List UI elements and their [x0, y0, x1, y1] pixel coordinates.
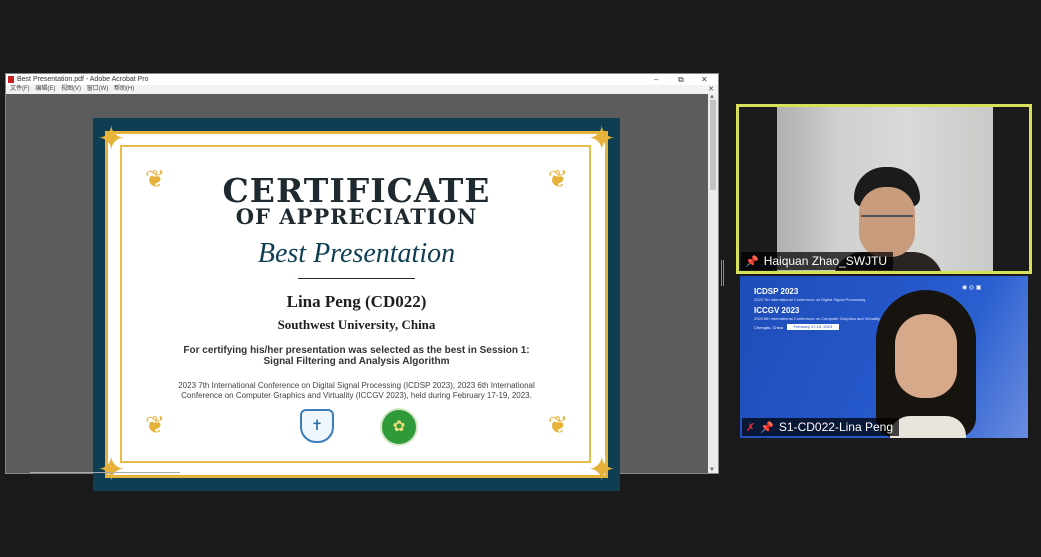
pin-icon: 📌	[760, 422, 774, 434]
corner-ornament-icon: ✦	[587, 451, 617, 489]
pin-icon: 📌	[745, 256, 759, 268]
video-tile-speaker[interactable]: 📌 Haiquan Zhao_SWJTU	[736, 104, 1032, 274]
menu-window[interactable]: 窗口(W)	[87, 86, 109, 92]
certificate: ✦ ✦ ✦ ✦ ❦ ❦ ❦ ❦ CERTIFICATE OF APPRECIAT…	[93, 118, 620, 491]
bg-location: Chengdu, China	[754, 325, 783, 330]
pdf-icon	[8, 76, 14, 83]
corner-ornament-icon: ✦	[97, 120, 126, 158]
vertical-scrollbar[interactable]: ▲ ▼	[708, 94, 718, 473]
award-name: Best Presentation	[257, 238, 456, 269]
bg-conference-title: ICCGV 2023	[754, 306, 800, 315]
camera-feed	[777, 107, 993, 271]
conference-line: 2023 7th International Conference on Dig…	[178, 381, 535, 390]
bg-conference-subtitle: 2023 6th International Conference on Com…	[754, 316, 881, 321]
mic-muted-icon: ✗	[746, 422, 756, 434]
participant-face	[895, 314, 957, 398]
glasses	[861, 215, 913, 228]
document-canvas[interactable]: ✦ ✦ ✦ ✦ ❦ ❦ ❦ ❦ CERTIFICATE OF APPRECIAT…	[6, 94, 708, 491]
conference-logo-icon: ✿	[380, 408, 418, 446]
scroll-down-icon[interactable]: ▼	[709, 467, 715, 473]
splitter-handle[interactable]	[721, 260, 725, 286]
corner-ornament-icon: ✦	[97, 451, 126, 489]
window-title: Best Presentation.pdf - Adobe Acrobat Pr…	[17, 76, 149, 83]
bg-dates: February 17-19, 2023 (GMT+8)	[787, 324, 839, 335]
sponsor-logos-icon: ◉ ◎ ▣	[962, 285, 982, 291]
close-button[interactable]: ✕	[701, 74, 708, 85]
title-bar: Best Presentation.pdf - Adobe Acrobat Pr…	[6, 74, 718, 85]
recipient-affiliation: Southwest University, China	[277, 317, 436, 332]
conference-line: Conference on Computer Graphics and Virt…	[181, 391, 532, 400]
certificate-subtitle: OF APPRECIATION	[235, 204, 478, 229]
minimize-button[interactable]: –	[654, 74, 658, 85]
menu-view[interactable]: 视图(V)	[61, 86, 81, 92]
document-close-button[interactable]: ✕	[708, 85, 714, 94]
corner-ornament-icon: ✦	[587, 120, 617, 158]
bg-conference-title: ICDSP 2023	[754, 287, 799, 296]
horizontal-scrollbar[interactable]	[30, 472, 180, 473]
participant-name: Haiquan Zhao_SWJTU	[763, 254, 888, 268]
award-reason-line: For certifying his/her presentation was …	[183, 345, 530, 356]
menu-file[interactable]: 文件(F)	[10, 86, 30, 92]
divider	[298, 278, 415, 279]
restore-button[interactable]: ⧉	[678, 74, 684, 85]
conference-info: 2023 7th International Conference on Dig…	[93, 381, 620, 401]
video-tile-participant[interactable]: ICDSP 2023 2023 7th International Confer…	[740, 276, 1028, 438]
university-logo-icon: ✝	[300, 409, 334, 443]
menu-help[interactable]: 帮助(H)	[114, 86, 134, 92]
acrobat-window: Best Presentation.pdf - Adobe Acrobat Pr…	[5, 73, 719, 491]
award-reason: For certifying his/her presentation was …	[93, 345, 620, 367]
flourish-icon: ❦	[547, 412, 568, 439]
participant-name-tag: 📌 Haiquan Zhao_SWJTU	[741, 252, 894, 270]
award-reason-line: Signal Filtering and Analysis Algorithm	[263, 356, 450, 367]
participant-name: S1-CD022-Lina Peng	[778, 420, 893, 434]
participant-shirt	[890, 416, 966, 438]
scrollbar-thumb[interactable]	[710, 100, 716, 190]
menu-edit[interactable]: 编辑(E)	[35, 86, 55, 92]
menu-bar: 文件(F) 编辑(E) 视图(V) 窗口(W) 帮助(H) ✕	[6, 85, 718, 94]
flourish-icon: ❦	[145, 412, 166, 439]
participant-name-tag: ✗ 📌 S1-CD022-Lina Peng	[742, 418, 899, 436]
recipient-name: Lina Peng (CD022)	[286, 292, 427, 311]
bg-conference-subtitle: 2023 7th International Conference on Dig…	[754, 297, 866, 302]
